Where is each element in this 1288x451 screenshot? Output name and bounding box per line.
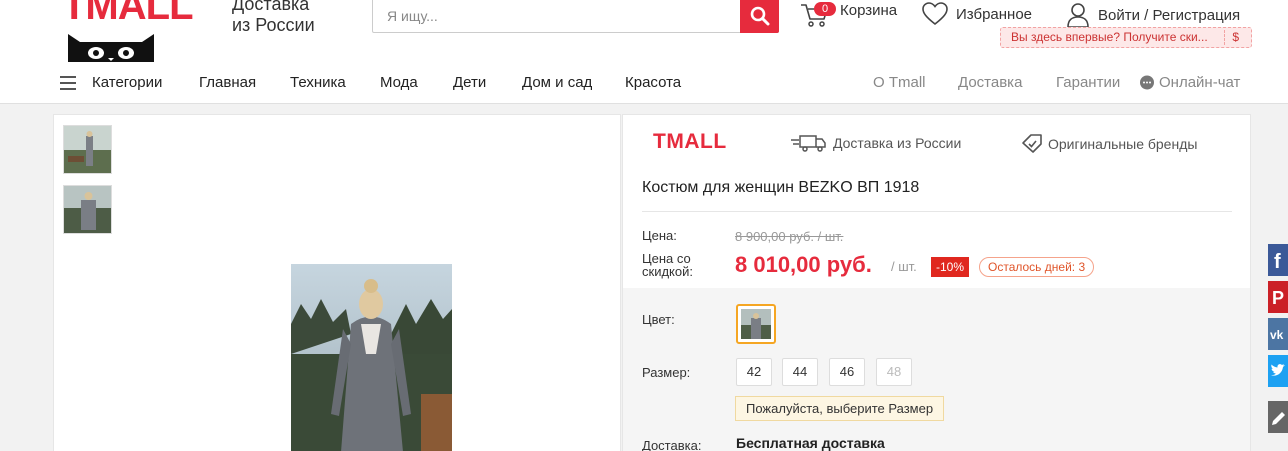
product-options: Цвет: Размер: 42 44 46 48 Пожалуйста, вы… <box>623 288 1250 451</box>
nav-guarantees[interactable]: Гарантии <box>1056 74 1120 91</box>
product-gallery <box>53 114 621 451</box>
size-selection-hint: Пожалуйста, выберите Размер <box>735 396 945 421</box>
svg-text:vk: vk <box>1270 328 1284 342</box>
color-swatch-image <box>741 309 771 339</box>
color-swatch-gray[interactable] <box>736 304 776 344</box>
delivery-tagline: Доставка из России <box>232 0 315 36</box>
edit-share-button[interactable] <box>1268 401 1288 433</box>
main-product-photo[interactable] <box>291 264 452 451</box>
site-header: TMALL Доставка из России 0 Корзина <box>0 0 1288 104</box>
nav-online-chat[interactable]: Онлайн-чат <box>1139 74 1240 91</box>
tag-icon <box>1022 134 1042 153</box>
facebook-icon: f <box>1274 251 1281 273</box>
favorites-button[interactable]: Избранное <box>922 2 1032 26</box>
brands-badge-label: Оригинальные бренды <box>1048 136 1198 152</box>
search-button[interactable] <box>740 0 779 33</box>
nav-item-electronics[interactable]: Техника <box>290 74 346 91</box>
title-divider <box>642 211 1232 212</box>
nav-about-tmall[interactable]: О Tmall <box>873 74 926 91</box>
original-price: 8 900,00 руб. / шт. <box>735 229 844 244</box>
discounted-price: 8 010,00 руб. <box>735 252 872 277</box>
promo-text: Вы здесь впервые? Получите ски... <box>1011 30 1208 44</box>
facebook-share-button[interactable]: f <box>1268 244 1288 276</box>
price-unit: / шт. <box>891 259 917 274</box>
product-info-panel: TMALL Доставка из России Оригинальные бр… <box>622 114 1251 451</box>
vk-icon: vk <box>1270 328 1284 342</box>
chat-bubble-icon <box>1140 75 1154 89</box>
gallery-thumbnail-2[interactable] <box>63 185 112 234</box>
delivery-value: Бесплатная доставка <box>736 435 885 451</box>
hamburger-icon[interactable] <box>60 76 76 90</box>
color-label: Цвет: <box>642 312 675 327</box>
nav-delivery[interactable]: Доставка <box>958 74 1022 91</box>
nav-item-main[interactable]: Главная <box>199 74 256 91</box>
search-input[interactable] <box>373 0 741 32</box>
gallery-thumbnail-1[interactable] <box>63 125 112 174</box>
cart-count-badge: 0 <box>814 2 836 16</box>
tmall-cat-logo-icon[interactable] <box>66 32 156 62</box>
vk-share-button[interactable]: vk <box>1268 318 1288 350</box>
original-brands-badge[interactable]: Оригинальные бренды <box>1021 134 1197 154</box>
pinterest-share-button[interactable]: P <box>1268 281 1288 313</box>
twitter-share-button[interactable] <box>1268 355 1288 387</box>
search-bar <box>372 0 779 33</box>
tagline-line-2: из России <box>232 15 315 35</box>
tagline-line-1: Доставка <box>232 0 310 14</box>
nav-item-home-garden[interactable]: Дом и сад <box>522 74 592 91</box>
size-option-44[interactable]: 44 <box>782 358 818 386</box>
first-visit-promo-banner[interactable]: Вы здесь впервые? Получите ски... $ <box>1000 27 1252 48</box>
truck-icon <box>791 135 826 152</box>
discount-price-label-line-2: скидкой: <box>642 264 693 279</box>
cart-label: Корзина <box>840 2 898 19</box>
product-image <box>291 264 452 451</box>
nav-item-kids[interactable]: Дети <box>453 74 486 91</box>
svg-text:P: P <box>1272 288 1284 308</box>
thumbnail-image <box>64 186 111 233</box>
delivery-from-russia-badge[interactable]: Доставка из России <box>791 134 961 152</box>
nav-categories[interactable]: Категории <box>92 74 162 91</box>
discount-price-label: Цена со скидкой: <box>642 252 693 278</box>
cart-button[interactable]: 0 Корзина <box>800 2 898 27</box>
size-option-42[interactable]: 42 <box>736 358 772 386</box>
favorites-label: Избранное <box>956 5 1033 23</box>
pinterest-icon: P <box>1272 288 1284 308</box>
tmall-brand-logo[interactable]: TMALL <box>653 130 727 154</box>
discount-badge: -10% <box>931 257 969 277</box>
size-label: Размер: <box>642 365 691 380</box>
login-button[interactable]: Войти / Регистрация <box>1066 2 1240 28</box>
online-chat-label: Онлайн-чат <box>1159 74 1241 91</box>
login-label: Войти / Регистрация <box>1098 6 1241 24</box>
size-option-46[interactable]: 46 <box>829 358 865 386</box>
promo-divider <box>1224 30 1225 45</box>
search-icon <box>750 6 769 25</box>
svg-text:f: f <box>1274 251 1281 273</box>
size-option-48[interactable]: 48 <box>876 358 912 386</box>
days-left-badge: Осталось дней: 3 <box>979 257 1095 277</box>
promo-dollar-icon: $ <box>1232 30 1239 44</box>
price-label: Цена: <box>642 228 677 243</box>
delivery-label: Доставка: <box>642 438 702 451</box>
heart-icon <box>922 2 948 26</box>
nav-item-fashion[interactable]: Мода <box>380 74 418 91</box>
brand-badges-row: TMALL Доставка из России Оригинальные бр… <box>623 115 1252 171</box>
main-navigation: Категории Главная Техника Мода Дети Дом … <box>0 66 1288 100</box>
nav-item-beauty[interactable]: Красота <box>625 74 681 91</box>
tmall-logo[interactable]: TMALL <box>62 0 194 26</box>
delivery-badge-label: Доставка из России <box>833 135 962 151</box>
twitter-icon <box>1271 364 1285 376</box>
user-icon <box>1067 3 1089 28</box>
product-title: Костюм для женщин BEZKO ВП 1918 <box>642 179 920 196</box>
pencil-icon <box>1272 412 1285 425</box>
thumbnail-image <box>64 126 111 173</box>
